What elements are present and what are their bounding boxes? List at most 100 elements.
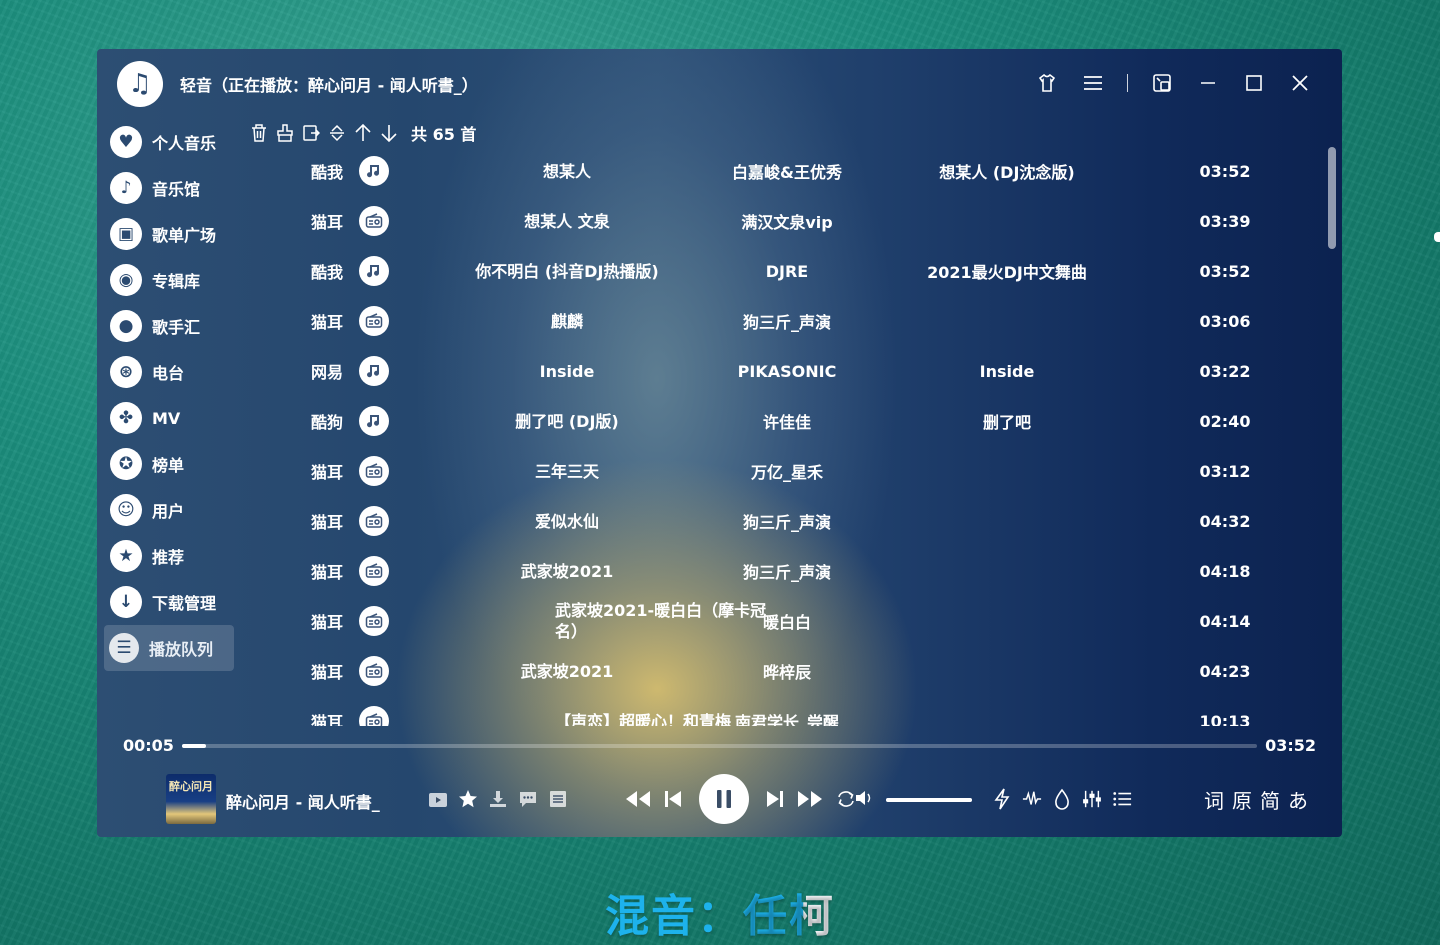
player-bar: 醉心问月 醉心问月 - 闻人听書_ 词 原 简 あ [97, 767, 1342, 831]
table-row[interactable]: 猫耳 爱似水仙 狗三斤_声演 04:32 [297, 496, 1322, 546]
radio-icon [359, 306, 389, 336]
table-row[interactable]: 猫耳 武家坡2021 晔梓辰 04:23 [297, 646, 1322, 696]
table-row[interactable]: 酷狗 删了吧 (DJ版) 许佳佳 删了吧 02:40 [297, 396, 1322, 446]
table-row[interactable]: 酷我 想某人 白嘉峻&王优秀 想某人 (DJ沈念版) 03:52 [297, 146, 1322, 196]
fast-forward-icon[interactable] [797, 789, 823, 809]
album-name[interactable]: 2021最火DJ中文舞曲 [897, 246, 1117, 296]
simplified-button[interactable]: 简 [1260, 785, 1280, 814]
previous-icon[interactable] [663, 789, 683, 809]
sidebar-item-mv[interactable]: ✤ MV [105, 395, 235, 441]
queue-list[interactable]: 酷我 想某人 白嘉峻&王优秀 想某人 (DJ沈念版) 03:52 猫耳 想某人 文泉 满汉文泉… [297, 146, 1322, 726]
table-row[interactable]: 猫耳 三年三天 万亿_星禾 03:12 [297, 446, 1322, 496]
artist-name[interactable]: 狗三斤_声演 [687, 546, 887, 596]
lightning-icon[interactable] [992, 787, 1012, 811]
volume-slider[interactable] [886, 798, 972, 802]
sidebar-item-albums[interactable]: ◉ 专辑库 [105, 257, 235, 303]
album-name[interactable] [897, 446, 1117, 496]
album-name[interactable] [897, 546, 1117, 596]
skin-shirt-icon[interactable] [1035, 71, 1059, 95]
sidebar-item-play-queue[interactable]: ☰ 播放队列 [104, 625, 234, 671]
artist-name[interactable]: 狗三斤_声演 [687, 296, 887, 346]
sort-icon[interactable] [327, 122, 347, 144]
sidebar-item-users[interactable]: ☺ 用户 [105, 487, 235, 533]
table-row[interactable]: 酷我 你不明白 (抖音DJ热播版) DJRE 2021最火DJ中文舞曲 03:52 [297, 246, 1322, 296]
main-menu-icon[interactable] [1081, 71, 1105, 95]
duration: 03:22 [1199, 361, 1251, 381]
trash-icon[interactable] [249, 122, 269, 144]
mv-icon[interactable] [427, 788, 448, 809]
sidebar-item-charts[interactable]: ✪ 榜单 [105, 441, 235, 487]
album-name[interactable] [897, 646, 1117, 696]
download-icon[interactable] [487, 788, 508, 809]
source-label: 猫耳 [310, 463, 343, 482]
edge-handle[interactable] [1434, 232, 1440, 242]
pause-button[interactable] [699, 774, 749, 824]
artist-name[interactable]: PIKASONIC [687, 346, 887, 396]
artist-name[interactable]: 白嘉峻&王优秀 [687, 146, 887, 196]
sidebar-item-downloads[interactable]: ↓ 下载管理 [105, 579, 235, 625]
romaji-button[interactable]: あ [1288, 785, 1308, 814]
scrollbar-thumb[interactable] [1328, 147, 1336, 249]
album-name[interactable] [897, 696, 1117, 726]
sidebar-item-label: MV [152, 408, 181, 428]
artist-name[interactable]: 狗三斤_声演 [687, 496, 887, 546]
app-logo-icon[interactable]: ♫ [117, 61, 163, 107]
table-row[interactable]: 猫耳 想某人 文泉 满汉文泉vip 03:39 [297, 196, 1322, 246]
original-lyric-button[interactable]: 原 [1232, 785, 1252, 814]
artist-name[interactable]: 许佳佳 [687, 396, 887, 446]
lyric-toggle-button[interactable]: 词 [1204, 785, 1224, 814]
volume-icon[interactable] [854, 789, 874, 811]
artist-name[interactable]: DJRE [687, 246, 887, 296]
clean-icon[interactable] [275, 122, 295, 144]
artist-name[interactable]: 晔梓辰 [687, 646, 887, 696]
comment-icon[interactable] [517, 788, 538, 809]
rewind-icon[interactable] [625, 789, 651, 809]
album-name[interactable] [897, 596, 1117, 646]
equalizer-icon[interactable] [1082, 787, 1102, 811]
sidebar-item-music-hall[interactable]: ♪ 音乐馆 [105, 165, 235, 211]
album-name[interactable]: 删了吧 [897, 396, 1117, 446]
album-name[interactable]: Inside [897, 346, 1117, 396]
artist-name[interactable]: 暖白白 [687, 596, 887, 646]
song-title: 武家坡2021 [520, 661, 614, 681]
sidebar-item-singers[interactable]: ● 歌手汇 [105, 303, 235, 349]
album-name[interactable]: 想某人 (DJ沈念版) [897, 146, 1117, 196]
album-cover[interactable]: 醉心问月 [166, 774, 216, 824]
lyrics-panel-icon[interactable] [547, 788, 568, 809]
window-controls [1035, 71, 1312, 95]
sidebar-item-playlist-square[interactable]: ▣ 歌单广场 [105, 211, 235, 257]
album-name[interactable] [897, 296, 1117, 346]
next-icon[interactable] [765, 789, 785, 809]
close-icon[interactable] [1288, 71, 1312, 95]
sidebar-item-recommend[interactable]: ★ 推荐 [105, 533, 235, 579]
favorite-star-icon[interactable] [457, 788, 478, 809]
album-name[interactable] [897, 496, 1117, 546]
minimize-icon[interactable] [1196, 71, 1220, 95]
table-row[interactable]: 猫耳 武家坡2021-暖白白（摩卡冠名） 暖白白 04:14 [297, 596, 1322, 646]
sidebar-item-personal-music[interactable]: ♥ 个人音乐 [105, 119, 235, 165]
sidebar-item-label: 播放队列 [149, 640, 214, 659]
maximize-icon[interactable] [1242, 71, 1266, 95]
progress-slider[interactable] [182, 744, 1257, 748]
table-row[interactable]: 猫耳 武家坡2021 狗三斤_声演 04:18 [297, 546, 1322, 596]
waveform-icon[interactable] [1022, 787, 1042, 811]
table-row[interactable]: 网易 Inside PIKASONIC Inside 03:22 [297, 346, 1322, 396]
divider [1127, 74, 1128, 92]
mini-mode-icon[interactable] [1150, 71, 1174, 95]
volume-fill [886, 798, 972, 802]
artist-name[interactable]: 满汉文泉vip [687, 196, 887, 246]
source-label: 猫耳 [310, 513, 343, 532]
source-label: 猫耳 [310, 663, 343, 682]
artist-name[interactable]: 万亿_星禾 [687, 446, 887, 496]
arrow-up-icon[interactable] [353, 122, 373, 144]
now-playing-title[interactable]: 醉心问月 - 闻人听書_ [226, 789, 380, 813]
playlist-icon[interactable] [1112, 787, 1132, 811]
export-icon[interactable] [301, 122, 321, 144]
artist-name[interactable]: 南君学长_尝醒 [687, 696, 887, 726]
table-row[interactable]: 猫耳 【声恋】超暖心！和青梅 南君学长_尝醒 10:13 [297, 696, 1322, 726]
album-name[interactable] [897, 196, 1117, 246]
table-row[interactable]: 猫耳 麒麟 狗三斤_声演 03:06 [297, 296, 1322, 346]
sidebar-item-radio[interactable]: ⊛ 电台 [105, 349, 235, 395]
water-drop-icon[interactable] [1052, 787, 1072, 811]
arrow-down-icon[interactable] [379, 122, 399, 144]
